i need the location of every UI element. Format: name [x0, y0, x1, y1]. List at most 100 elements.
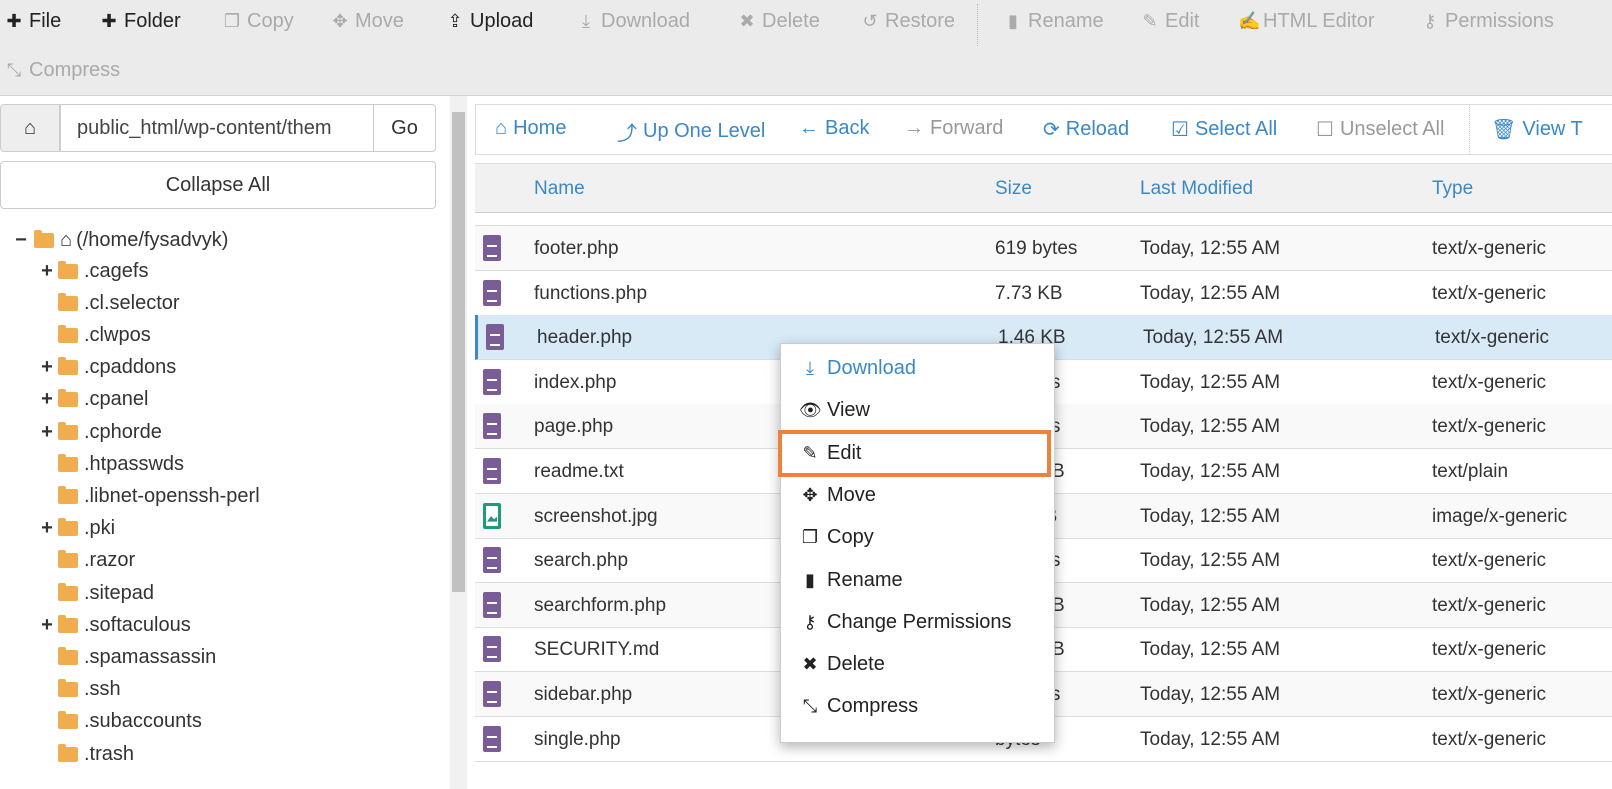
folder-label: .cl.selector: [84, 291, 180, 314]
tree-folder[interactable]: + .cpaddons: [38, 353, 176, 383]
tree-folder[interactable]: .clwpos: [38, 320, 151, 350]
toolbar-label: Delete: [762, 10, 820, 32]
toolbar-download-button[interactable]: ⤓ Download: [576, 10, 690, 33]
expand-toggle-icon[interactable]: +: [38, 614, 56, 637]
file-name[interactable]: page.php: [534, 416, 613, 438]
tree-root[interactable]: − ⌂ (/home/fysadvyk): [12, 225, 228, 255]
folder-label: .pki: [84, 517, 116, 540]
tree-folder[interactable]: .htpasswds: [38, 449, 184, 479]
table-header: Name Size Last Modified Type: [475, 163, 1612, 213]
file-name[interactable]: functions.php: [534, 283, 647, 305]
toolbar-edit-button[interactable]: ✎ Edit: [1140, 10, 1199, 33]
text-file-icon: [483, 636, 501, 663]
toolbar-upload-button[interactable]: ⇪ Upload: [445, 10, 533, 33]
expand-toggle-icon[interactable]: +: [38, 421, 56, 444]
file-name[interactable]: screenshot.jpg: [534, 506, 658, 528]
tree-folder[interactable]: .ssh: [38, 675, 121, 705]
nav-home-button[interactable]: ⌂ Home: [495, 117, 566, 140]
folder-label: .spamassassin: [84, 645, 217, 668]
nav-select-all-button[interactable]: ☑ Select All: [1171, 117, 1277, 142]
context-menu-move[interactable]: ✥ Move: [799, 484, 875, 507]
expand-toggle-icon[interactable]: +: [38, 356, 56, 379]
context-menu-download[interactable]: ⤓ Download: [799, 357, 916, 380]
folder-label: .sitepad: [84, 581, 155, 604]
nav-up-one-level-button[interactable]: ⤴ Up One Level: [617, 117, 765, 146]
table-row-partial[interactable]: [475, 213, 1612, 226]
home-button[interactable]: ⌂: [0, 104, 60, 152]
context-menu-rename[interactable]: ▮ Rename: [799, 569, 903, 592]
expand-toggle-icon[interactable]: +: [38, 388, 56, 411]
tree-folder[interactable]: + .pki: [38, 514, 115, 544]
pencil-icon: ✎: [1142, 11, 1158, 31]
home-icon: ⌂: [60, 228, 73, 251]
file-modified: Today, 12:55 AM: [1140, 505, 1281, 527]
tree-folder[interactable]: .razor: [38, 546, 135, 576]
context-menu-view[interactable]: 👁 View: [799, 399, 870, 422]
file-name[interactable]: sidebar.php: [534, 684, 632, 706]
toolbar-label: Move: [355, 10, 404, 32]
tree-folder[interactable]: .libnet-openssh-perl: [38, 481, 260, 511]
tree-folder[interactable]: .spamassassin: [38, 642, 216, 672]
file-name[interactable]: readme.txt: [534, 461, 624, 483]
toolbar-rename-button[interactable]: ▮ Rename: [1003, 10, 1104, 33]
toolbar-delete-button[interactable]: ✖ Delete: [737, 10, 820, 33]
file-name[interactable]: index.php: [534, 372, 616, 394]
go-button[interactable]: Go: [373, 104, 436, 152]
tree-folder[interactable]: + .softaculous: [38, 610, 191, 640]
toolbar-compress-button[interactable]: ⤡ Compress: [4, 59, 120, 82]
tree-folder[interactable]: .subaccounts: [38, 707, 202, 737]
toolbar-copy-button[interactable]: ❐ Copy: [222, 10, 294, 33]
file-name[interactable]: header.php: [537, 327, 632, 349]
file-name[interactable]: SECURITY.md: [534, 639, 659, 661]
folder-icon: [58, 518, 78, 537]
context-menu-delete[interactable]: ✖ Delete: [799, 653, 884, 676]
file-name[interactable]: search.php: [534, 550, 628, 572]
header-size[interactable]: Size: [995, 178, 1032, 200]
toolbar-folder-button[interactable]: ✚ Folder: [99, 10, 180, 33]
toolbar-file-button[interactable]: ✚ File: [4, 10, 61, 33]
collapse-toggle-icon[interactable]: −: [12, 229, 30, 252]
tree-folder[interactable]: + .cphorde: [38, 417, 162, 447]
context-menu-copy[interactable]: ❐ Copy: [799, 526, 874, 549]
file-name[interactable]: searchform.php: [534, 595, 666, 617]
context-menu-change-permissions[interactable]: ⚷ Change Permissions: [799, 611, 1011, 634]
toolbar-permissions-button[interactable]: ⚷ Permissions: [1420, 10, 1554, 33]
image-file-icon: [483, 502, 501, 529]
nav-back-button[interactable]: ← Back: [799, 117, 869, 140]
compress-icon: ⤡: [6, 60, 22, 80]
toolbar-restore-button[interactable]: ↺ Restore: [860, 10, 955, 33]
nav-unselect-all-button[interactable]: ☐ Unselect All: [1316, 117, 1444, 142]
nav-reload-button[interactable]: ⟳ Reload: [1043, 117, 1129, 142]
tree-folder[interactable]: + .cpanel: [38, 385, 148, 415]
arrow-left-icon: ←: [799, 117, 819, 139]
file-type: text/x-generic: [1432, 416, 1547, 438]
toolbar-move-button[interactable]: ✥ Move: [330, 10, 404, 33]
file-icon: ▮: [805, 569, 815, 590]
tree-folder[interactable]: .cl.selector: [38, 288, 180, 318]
header-name[interactable]: Name: [534, 178, 585, 200]
edit-square-icon: ✍: [1238, 11, 1261, 31]
file-name[interactable]: footer.php: [534, 238, 619, 260]
file-modified: Today, 12:55 AM: [1140, 371, 1281, 393]
file-name[interactable]: single.php: [534, 729, 621, 751]
header-type[interactable]: Type: [1432, 178, 1473, 200]
toolbar-html-editor-button[interactable]: ✍ HTML Editor: [1238, 10, 1375, 33]
menu-item-label: View: [827, 399, 870, 422]
home-icon: ⌂: [23, 116, 37, 139]
header-last-modified[interactable]: Last Modified: [1140, 178, 1253, 200]
tree-scrollbar-thumb[interactable]: [452, 112, 465, 592]
table-row[interactable]: footer.php 619 bytes Today, 12:55 AM tex…: [475, 226, 1612, 271]
tree-folder[interactable]: .sitepad: [38, 578, 154, 608]
table-row[interactable]: functions.php 7.73 KB Today, 12:55 AM te…: [475, 271, 1612, 316]
nav-forward-button[interactable]: → Forward: [904, 117, 1003, 140]
tree-folder[interactable]: .trash: [38, 739, 134, 769]
collapse-all-button[interactable]: Collapse All: [0, 161, 436, 209]
nav-view-t-button[interactable]: 🗑 View T: [1491, 117, 1583, 142]
expand-toggle-icon[interactable]: +: [38, 260, 56, 283]
toolbar-label: Compress: [29, 59, 121, 81]
tree-folder[interactable]: + .cagefs: [38, 256, 148, 286]
context-menu-compress[interactable]: ⤡ Compress: [799, 695, 918, 718]
path-input[interactable]: [60, 104, 374, 152]
expand-toggle-icon[interactable]: +: [38, 517, 56, 540]
folder-icon: [58, 550, 78, 569]
